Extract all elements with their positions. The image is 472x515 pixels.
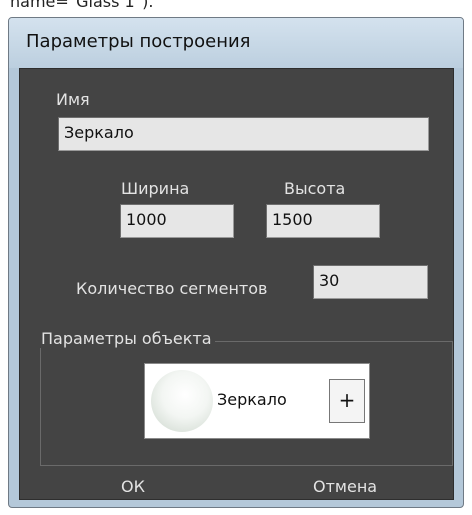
height-label: Высота — [284, 179, 346, 198]
height-field[interactable]: 1500 — [266, 204, 380, 238]
partial-document-text: name="Glass 1"). — [10, 0, 154, 11]
dialog-body: Имя Зеркало Ширина Высота 1000 1500 Коли… — [19, 68, 454, 500]
cancel-button[interactable]: Отмена — [313, 477, 377, 496]
segments-field[interactable]: 30 — [313, 265, 428, 299]
name-label: Имя — [56, 90, 90, 109]
material-selector[interactable]: Зеркало + — [144, 363, 370, 439]
build-parameters-dialog: Параметры построения Имя Зеркало Ширина … — [8, 17, 464, 508]
name-field[interactable]: Зеркало — [58, 117, 429, 151]
segments-label: Количество сегментов — [76, 279, 268, 298]
add-material-button[interactable]: + — [329, 379, 365, 423]
ok-button[interactable]: ОК — [121, 477, 145, 496]
material-name: Зеркало — [217, 390, 287, 409]
material-preview-sphere — [151, 370, 213, 432]
width-field[interactable]: 1000 — [120, 204, 234, 238]
dialog-title: Параметры построения — [26, 31, 251, 52]
object-parameters-title: Параметры объекта — [38, 329, 215, 348]
dialog-titlebar: Параметры построения — [9, 18, 463, 68]
width-label: Ширина — [121, 179, 190, 198]
